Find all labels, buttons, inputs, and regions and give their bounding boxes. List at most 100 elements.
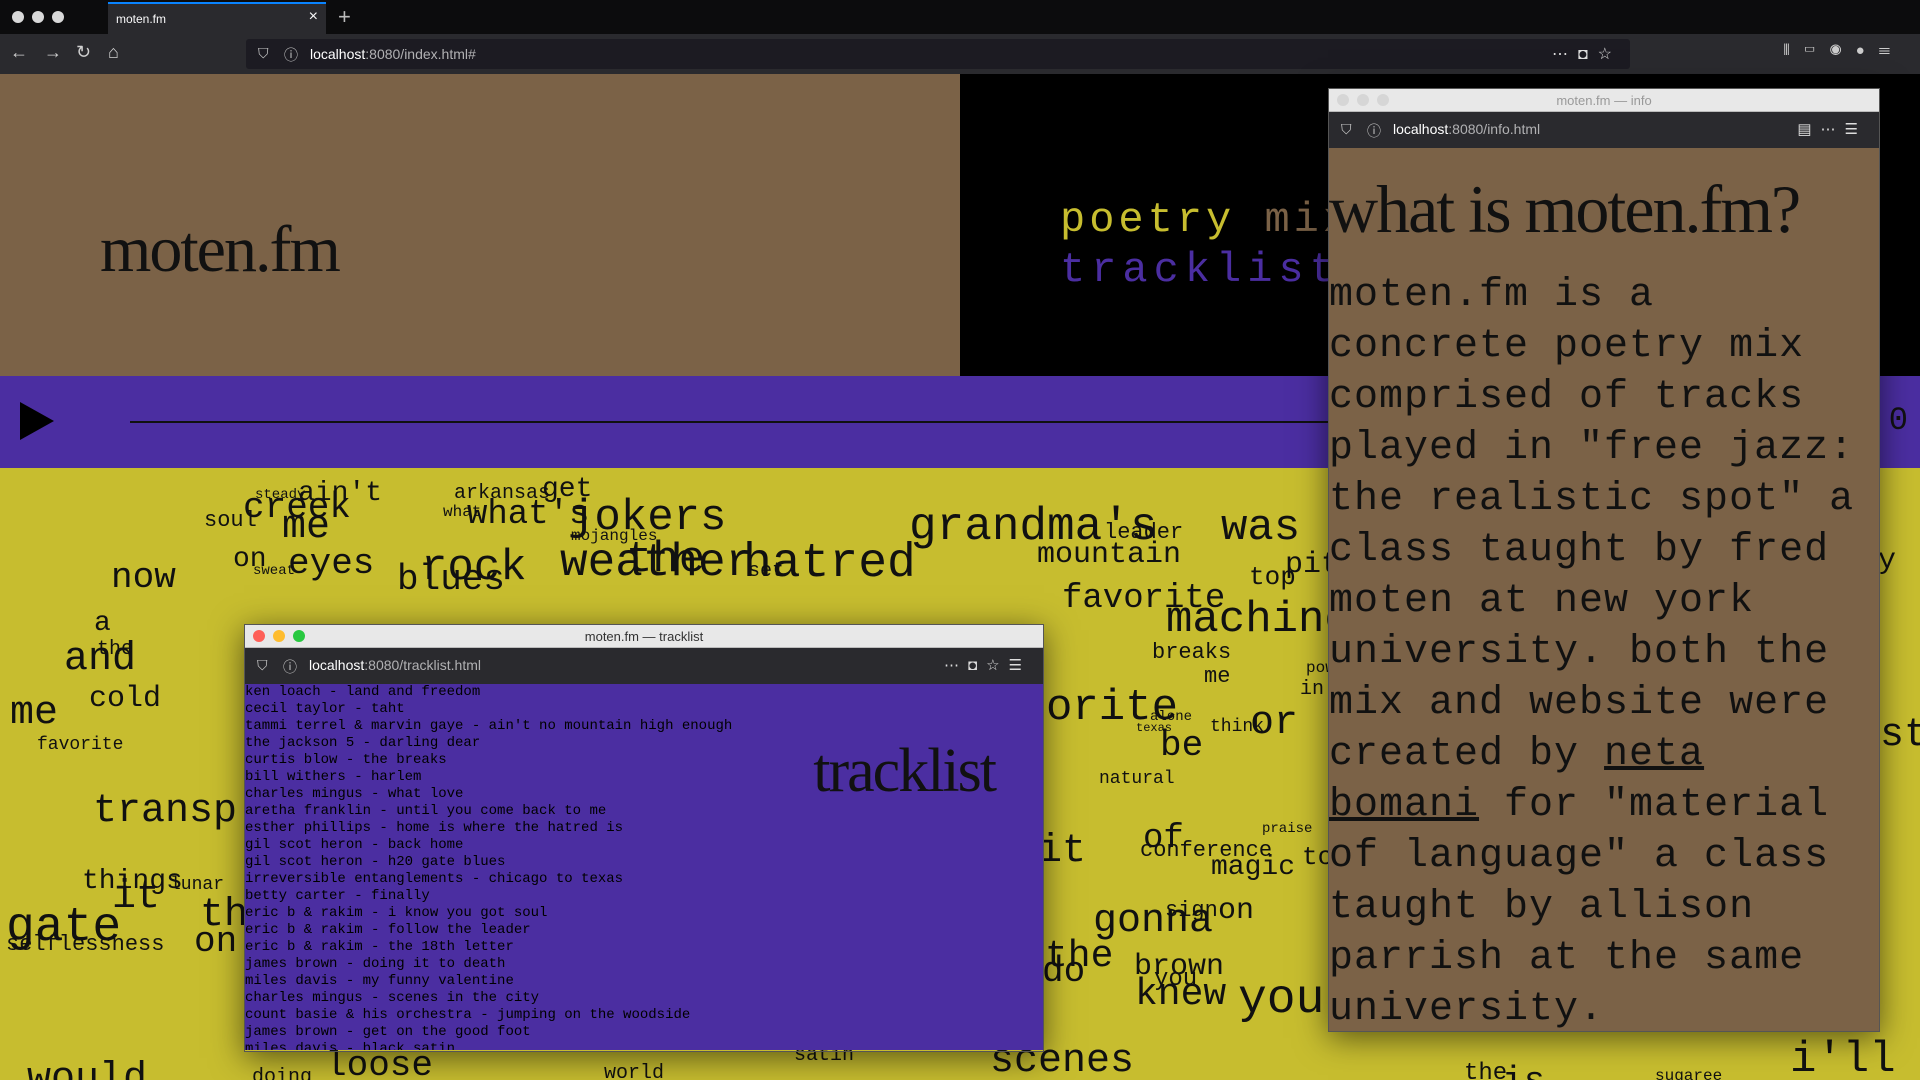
pocket-icon[interactable]: ◘ xyxy=(1578,46,1598,63)
cloud-word: eyes xyxy=(288,543,375,584)
more-icon[interactable]: ⋯ xyxy=(1552,46,1578,63)
info-description: moten.fm is a concrete poetry mix compri… xyxy=(1329,273,1855,1032)
info-heading: what is moten.fm? xyxy=(1329,171,1801,247)
track-item: bill withers - harlem xyxy=(245,769,422,785)
url-bar[interactable]: ⛉ ⓘ localhost:8080/index.html# ⋯◘☆ xyxy=(246,39,1630,69)
info-icon[interactable]: ⓘ xyxy=(284,45,298,65)
tracklist-link[interactable]: tracklist xyxy=(1060,246,1341,294)
menu-icon[interactable]: ☰ xyxy=(1845,121,1867,138)
cloud-word: me xyxy=(282,505,331,550)
cloud-word: in xyxy=(1300,678,1325,701)
track-item: betty carter - finally xyxy=(245,888,430,904)
tracklist-url-text[interactable]: localhost:8080/tracklist.html xyxy=(309,657,481,673)
cloud-word: favorite xyxy=(37,735,124,755)
sidebar-icon[interactable]: ▭ xyxy=(1804,42,1830,59)
info-titlebar[interactable]: moten.fm — info xyxy=(1329,89,1879,112)
tracklist-window: moten.fm — tracklist ⛉ ⓘ localhost:8080/… xyxy=(244,624,1044,1052)
cloud-word: would xyxy=(27,1057,148,1080)
info-icon[interactable]: ⓘ xyxy=(1367,121,1381,141)
cloud-word: doing xyxy=(252,1066,313,1080)
reload-icon[interactable]: ↻ xyxy=(76,42,91,63)
cloud-word: now xyxy=(111,557,176,598)
window-close-button[interactable] xyxy=(12,11,24,23)
track-item: esther phillips - home is where the hatr… xyxy=(245,820,624,836)
cloud-word: be xyxy=(1160,725,1204,766)
cloud-word: natural xyxy=(1099,769,1175,789)
track-item: miles davis - my funny valentine xyxy=(245,973,514,989)
info-window-title: moten.fm — info xyxy=(1556,93,1652,108)
cloud-word: magic xyxy=(1211,852,1296,883)
track-item: the jackson 5 - darling dear xyxy=(245,735,481,751)
cloud-word: sweat xyxy=(253,563,296,579)
tab-bar: moten.fm × + xyxy=(0,0,1920,34)
tracklist-url-bar[interactable]: ⛉ ⓘ localhost:8080/tracklist.html ⋯◘☆☰ xyxy=(245,648,1043,684)
info-window: moten.fm — info ⛉ ⓘ localhost:8080/info.… xyxy=(1328,88,1880,1032)
play-icon[interactable] xyxy=(20,402,54,440)
toolbar-right: ⫴▭◉●☰ xyxy=(1783,42,1904,59)
cloud-word: soul xyxy=(204,508,257,533)
window-zoom-button[interactable] xyxy=(52,11,64,23)
cloud-word: me xyxy=(1204,664,1231,689)
tab-title: moten.fm xyxy=(116,12,167,26)
track-item: eric b & rakim - follow the leader xyxy=(245,922,531,938)
track-item: james brown - doing it to death xyxy=(245,956,506,972)
info-url-bar[interactable]: ⛉ ⓘ localhost:8080/info.html ▤⋯☰ xyxy=(1329,112,1879,148)
library-icon[interactable]: ⫴ xyxy=(1783,42,1803,59)
cloud-word: lunar xyxy=(170,875,225,895)
track-item: miles davis - black satin xyxy=(245,1041,456,1050)
window-minimize-button[interactable] xyxy=(32,11,44,23)
time-display: 0 xyxy=(1888,402,1908,439)
track-item: curtis blow - the breaks xyxy=(245,752,447,768)
tracklist-window-title: moten.fm — tracklist xyxy=(584,629,704,644)
forward-arrow-icon[interactable]: → xyxy=(44,42,62,63)
track-item: charles mingus - what love xyxy=(245,786,464,802)
cloud-word: blues xyxy=(397,559,506,600)
cloud-word: cold xyxy=(89,682,162,716)
cloud-word: world xyxy=(604,1062,665,1080)
star-icon[interactable]: ☆ xyxy=(1598,46,1622,63)
home-icon[interactable]: ⌂ xyxy=(108,42,119,63)
reader-view-icon[interactable]: ▤ xyxy=(1797,121,1820,138)
cloud-word: you xyxy=(1238,973,1325,1027)
track-item: charles mingus - scenes in the city xyxy=(245,990,540,1006)
track-item: eric b & rakim - i know you got soul xyxy=(245,905,548,921)
menu-icon[interactable]: ☰ xyxy=(1009,657,1031,674)
account-icon[interactable]: ◉ xyxy=(1830,42,1856,59)
url-text[interactable]: localhost:8080/index.html# xyxy=(310,46,476,62)
more-icon[interactable]: ⋯ xyxy=(1821,121,1845,138)
star-icon[interactable]: ☆ xyxy=(986,657,1008,674)
cloud-word: is xyxy=(1502,1064,1545,1080)
cloud-word: sign xyxy=(1165,898,1218,923)
back-arrow-icon[interactable]: ← xyxy=(10,42,28,63)
pocket-icon[interactable]: ◘ xyxy=(968,657,986,674)
shield-icon[interactable]: ⛉ xyxy=(258,45,269,62)
shield-icon[interactable]: ⛉ xyxy=(1341,121,1352,138)
cloud-word: on xyxy=(1218,894,1255,928)
track-item: cecil taylor - taht xyxy=(245,701,405,717)
extension-icon[interactable]: ● xyxy=(1856,42,1879,59)
progress-track[interactable] xyxy=(130,421,1330,423)
shield-icon[interactable]: ⛉ xyxy=(257,657,268,674)
nav-bar: ← → ↻ ⌂ ⛉ ⓘ localhost:8080/index.html# ⋯… xyxy=(0,34,1920,75)
menu-icon[interactable]: ☰ xyxy=(1879,42,1904,59)
cloud-word: a xyxy=(94,608,111,639)
cloud-word: sugaree xyxy=(1655,1067,1723,1080)
cloud-word: was xyxy=(1221,503,1301,553)
more-icon[interactable]: ⋯ xyxy=(944,657,968,674)
track-item: james brown - get on the good foot xyxy=(245,1024,531,1040)
browser-tab[interactable]: moten.fm × xyxy=(108,2,326,34)
cloud-word: transp xyxy=(93,789,238,834)
info-url-text[interactable]: localhost:8080/info.html xyxy=(1393,121,1540,137)
cloud-word: y xyxy=(1878,544,1897,578)
track-item: gil scot heron - back home xyxy=(245,837,464,853)
tracklist-titlebar[interactable]: moten.fm — tracklist xyxy=(245,625,1043,648)
cloud-word: weather xyxy=(560,537,754,589)
cloud-word: the xyxy=(1464,1060,1508,1080)
cloud-word: me xyxy=(10,691,59,736)
new-tab-button[interactable]: + xyxy=(338,4,351,30)
cloud-word: or xyxy=(1250,701,1299,746)
tab-close-icon[interactable]: × xyxy=(309,8,318,26)
track-item: gil scot heron - h20 gate blues xyxy=(245,854,506,870)
track-item: irreversible entanglements - chicago to … xyxy=(245,871,624,887)
info-icon[interactable]: ⓘ xyxy=(283,657,297,677)
